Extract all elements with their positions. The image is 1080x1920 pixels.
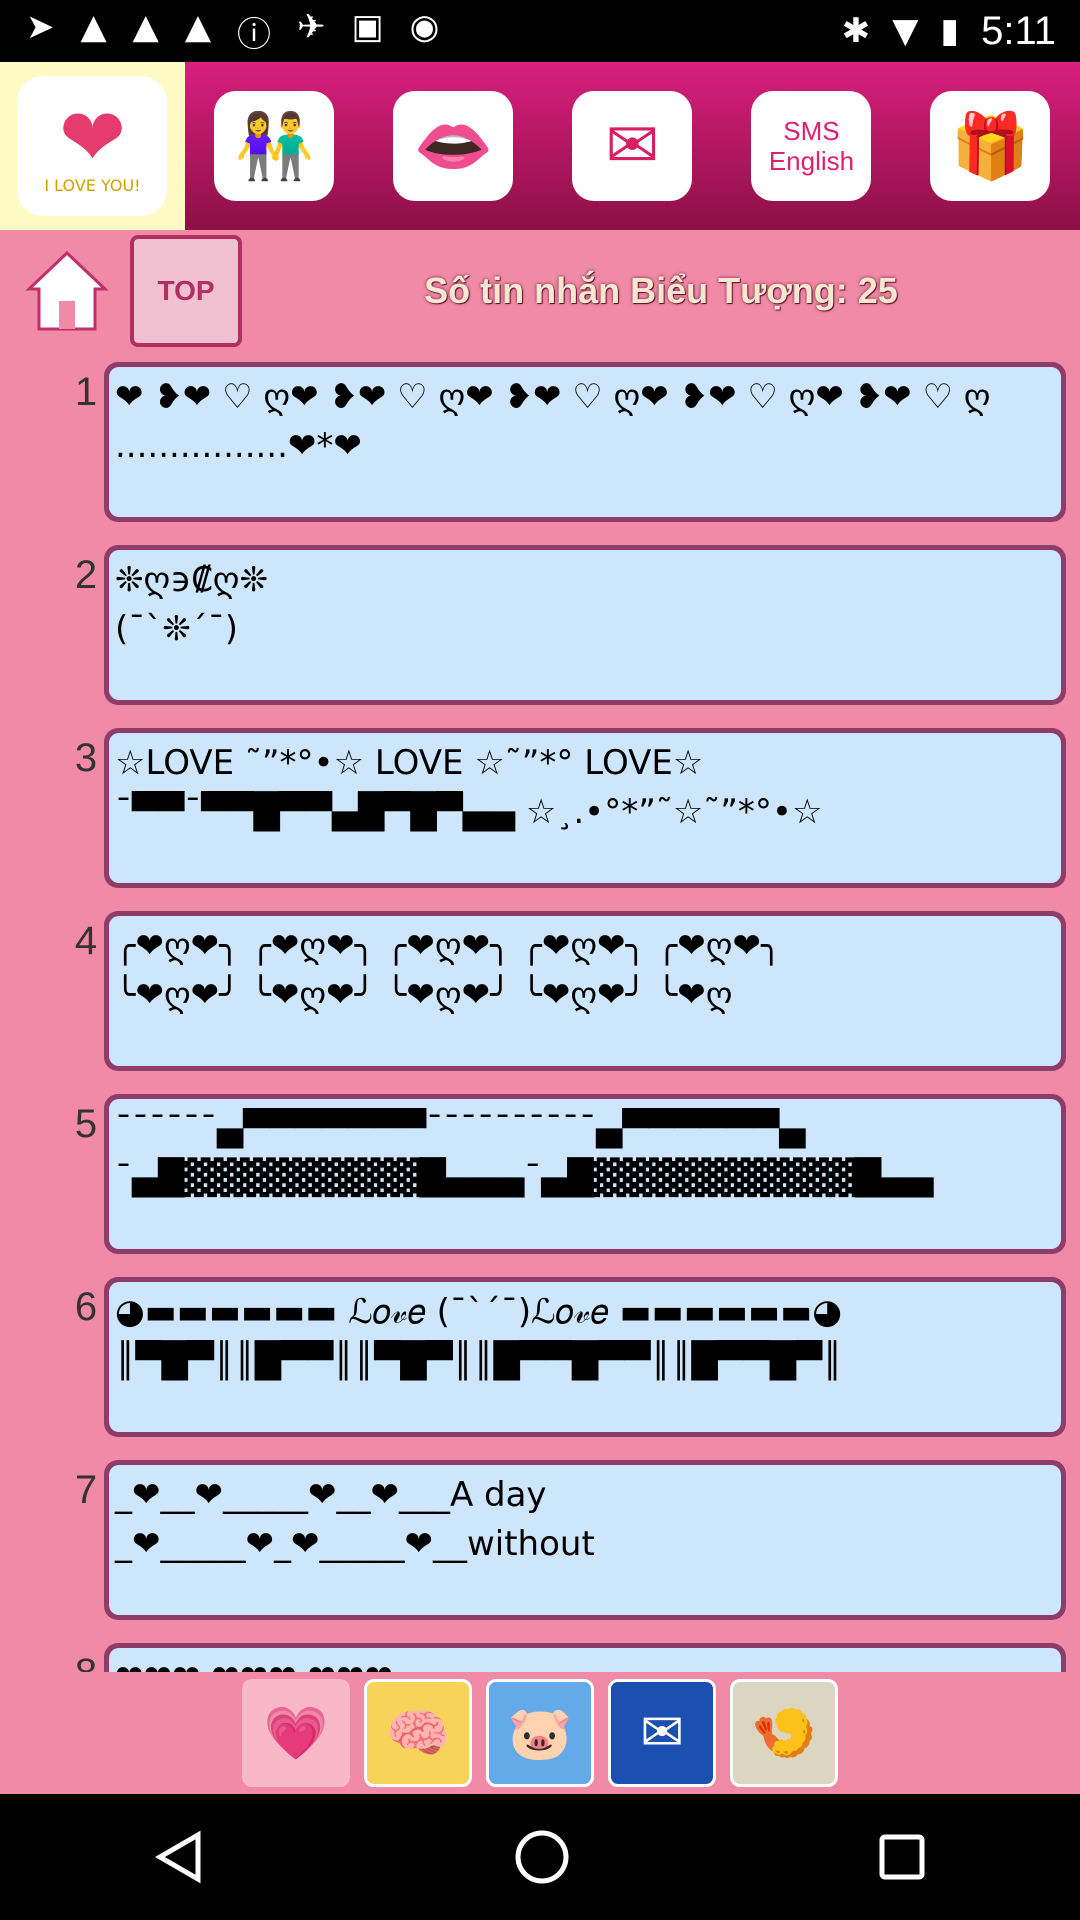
lock-icon: ▣ xyxy=(351,6,384,47)
notification-icon: ▲ xyxy=(132,6,159,47)
item-number: 7 xyxy=(74,1468,98,1512)
app-iq-test[interactable]: 🧠 xyxy=(364,1679,472,1787)
top-button[interactable]: TOP xyxy=(130,235,242,347)
list-item[interactable]: 7 _❤__❤_____❤__❤___A day _❤_____❤_❤_____… xyxy=(0,1454,1080,1637)
message-card[interactable]: ◕▬▬▬▬▬▬ ℒ𝑜𝓋𝑒 (¯`´¯)ℒ𝑜𝓋𝑒 ▬▬▬▬▬▬◕ ║▀█▀║║█▀… xyxy=(104,1277,1066,1437)
clock: 5:11 xyxy=(981,8,1056,53)
notification-icon: ▲ xyxy=(80,6,107,47)
gift-icon: 🎁 xyxy=(930,91,1051,201)
pig-puzzle-icon: 🐷 xyxy=(507,1703,573,1764)
message-card[interactable]: ❤ ❥❤ ♡ ღ❤ ❥❤ ♡ ღ❤ ❥❤ ♡ ღ❤ ❥❤ ♡ ღ❤ ❥❤ ♡ ღ… xyxy=(104,362,1066,522)
brain-iq-icon: 🧠 xyxy=(385,1703,451,1764)
app-love-doctor[interactable]: 💗 xyxy=(242,1679,350,1787)
message-text: ◕▬▬▬▬▬▬ ℒ𝑜𝓋𝑒 (¯`´¯)ℒ𝑜𝓋𝑒 ▬▬▬▬▬▬◕ ║▀█▀║║█▀… xyxy=(109,1282,1061,1432)
message-card[interactable]: ❊ღ϶₡ღ❊ (¯`❊´¯) xyxy=(104,545,1066,705)
item-number: 2 xyxy=(74,553,98,597)
love-letter-icon: ✉ xyxy=(572,91,693,201)
home-icon xyxy=(25,250,109,331)
message-card[interactable]: _❤__❤_____❤__❤___A day _❤_____❤_❤_____❤_… xyxy=(104,1460,1066,1620)
home-nav-icon[interactable] xyxy=(510,1825,574,1889)
battery-icon: ▮ xyxy=(940,11,960,51)
notification-icon: ▲ xyxy=(184,6,211,47)
stethoscope-heart-icon: 💗 xyxy=(263,1703,329,1764)
app-pig-puzzle[interactable]: 🐷 xyxy=(486,1679,594,1787)
tab-kiss[interactable]: 👄 xyxy=(364,62,543,230)
food-plate-icon: 🍤 xyxy=(751,1703,817,1764)
wifi-icon: ▼ xyxy=(892,11,919,51)
list-item[interactable]: 3 ☆LOVE ˜”*°•☆ LOVE ☆˜”*° LOVE☆ ¯▀▀¯▀▀█▀… xyxy=(0,722,1080,905)
message-card[interactable]: ❤❤❤ ❤❤❤ ❤❤❤ xyxy=(104,1643,1066,1672)
header: TOP Số tin nhắn Biểu Tượng: 25 xyxy=(0,235,1080,347)
navigation-icon: ➤ xyxy=(26,6,55,47)
category-tab-bar: ❤ I LOVE YOU! 👫 👄 ✉ SMS English 🎁 xyxy=(0,62,1080,230)
tab-sms-english[interactable]: SMS English xyxy=(722,62,901,230)
message-text: _❤__❤_____❤__❤___A day _❤_____❤_❤_____❤_… xyxy=(109,1465,1061,1615)
tab-i-love-you[interactable]: ❤ I LOVE YOU! xyxy=(0,62,185,230)
message-card[interactable]: ☆LOVE ˜”*°•☆ LOVE ☆˜”*° LOVE☆ ¯▀▀¯▀▀█▀▀▄… xyxy=(104,728,1066,888)
message-card[interactable]: ╭❤ღ❤╮ ╭❤ღ❤╮ ╭❤ღ❤╮ ╭❤ღ❤╮ ╭❤ღ❤╮ ╰❤ღ❤╯ ╰❤ღ❤… xyxy=(104,911,1066,1071)
envelope-icon: ✉ xyxy=(640,1703,684,1763)
top-label: TOP xyxy=(157,275,215,306)
fake-gps-icon: ✈ xyxy=(296,6,326,47)
tab-letter[interactable]: ✉ xyxy=(543,62,722,230)
status-bar: ➤ ▲ ▲ ▲ ⓘ ✈ ▣ ◉ ✱ ▼ ▮ 5:11 xyxy=(0,0,1080,62)
list-item[interactable]: 1 ❤ ❥❤ ♡ ღ❤ ❥❤ ♡ ღ❤ ❥❤ ♡ ღ❤ ❥❤ ♡ ღ❤ ❥❤ ♡… xyxy=(0,356,1080,539)
lips-icon: 👄 xyxy=(393,91,514,201)
tab-couple[interactable]: 👫 xyxy=(185,62,364,230)
back-icon[interactable] xyxy=(150,1827,210,1887)
recents-icon[interactable] xyxy=(874,1829,930,1885)
message-text: ¯¯¯¯¯¯▄▀▀▀▀▀▀▀¯¯¯¯¯¯¯¯¯¯▄▀▀▀▀▀▀▄ ¯▄█▓▓▓▓… xyxy=(109,1099,1061,1249)
item-number: 3 xyxy=(74,736,98,780)
message-text: ❤ ❥❤ ♡ ღ❤ ❥❤ ♡ ღ❤ ❥❤ ♡ ღ❤ ❥❤ ♡ ღ❤ ❥❤ ♡ ღ… xyxy=(109,367,1061,517)
message-text: ☆LOVE ˜”*°•☆ LOVE ☆˜”*° LOVE☆ ¯▀▀¯▀▀█▀▀▄… xyxy=(109,733,1061,883)
page-title: Số tin nhắn Biểu Tượng: 25 xyxy=(424,270,898,311)
item-number: 5 xyxy=(74,1102,98,1146)
home-button[interactable] xyxy=(22,246,112,336)
message-text: ❊ღ϶₡ღ❊ (¯`❊´¯) xyxy=(109,550,1061,700)
message-text: ╭❤ღ❤╮ ╭❤ღ❤╮ ╭❤ღ❤╮ ╭❤ღ❤╮ ╭❤ღ❤╮ ╰❤ღ❤╯ ╰❤ღ❤… xyxy=(109,916,1061,1066)
message-list[interactable]: 1 ❤ ❥❤ ♡ ღ❤ ❥❤ ♡ ღ❤ ❥❤ ♡ ღ❤ ❥❤ ♡ ღ❤ ❥❤ ♡… xyxy=(0,356,1080,1672)
heart-icon: ❤ xyxy=(58,91,126,184)
info-icon: ⓘ xyxy=(236,14,271,55)
item-number: 1 xyxy=(74,370,98,414)
message-text: ❤❤❤ ❤❤❤ ❤❤❤ xyxy=(109,1648,1061,1672)
app-recipes[interactable]: 🍤 xyxy=(730,1679,838,1787)
couple-icon: 👫 xyxy=(214,91,335,201)
system-nav-bar xyxy=(0,1794,1080,1920)
message-card[interactable]: ¯¯¯¯¯¯▄▀▀▀▀▀▀▀¯¯¯¯¯¯¯¯¯¯▄▀▀▀▀▀▀▄ ¯▄█▓▓▓▓… xyxy=(104,1094,1066,1254)
item-number: 4 xyxy=(74,919,98,963)
bluetooth-icon: ✱ xyxy=(841,11,871,51)
list-item[interactable]: 5 ¯¯¯¯¯¯▄▀▀▀▀▀▀▀¯¯¯¯¯¯¯¯¯¯▄▀▀▀▀▀▀▄ ¯▄█▓▓… xyxy=(0,1088,1080,1271)
list-item[interactable]: 8 ❤❤❤ ❤❤❤ ❤❤❤ xyxy=(0,1637,1080,1672)
promo-app-bar: 💗 🧠 🐷 ✉ 🍤 xyxy=(0,1672,1080,1794)
item-number: 8 xyxy=(66,1651,106,1672)
list-item[interactable]: 6 ◕▬▬▬▬▬▬ ℒ𝑜𝓋𝑒 (¯`´¯)ℒ𝑜𝓋𝑒 ▬▬▬▬▬▬◕ ║▀█▀║║… xyxy=(0,1271,1080,1454)
tab-label: SMS English xyxy=(751,91,872,201)
app-sms[interactable]: ✉ xyxy=(608,1679,716,1787)
tab-label: I LOVE YOU! xyxy=(44,176,141,195)
list-item[interactable]: 4 ╭❤ღ❤╮ ╭❤ღ❤╮ ╭❤ღ❤╮ ╭❤ღ❤╮ ╭❤ღ❤╮ ╰❤ღ❤╯ ╰❤… xyxy=(0,905,1080,1088)
tab-gift[interactable]: 🎁 xyxy=(901,62,1080,230)
android-icon: ◉ xyxy=(409,6,440,47)
list-item[interactable]: 2 ❊ღ϶₡ღ❊ (¯`❊´¯) xyxy=(0,539,1080,722)
item-number: 6 xyxy=(74,1285,98,1329)
